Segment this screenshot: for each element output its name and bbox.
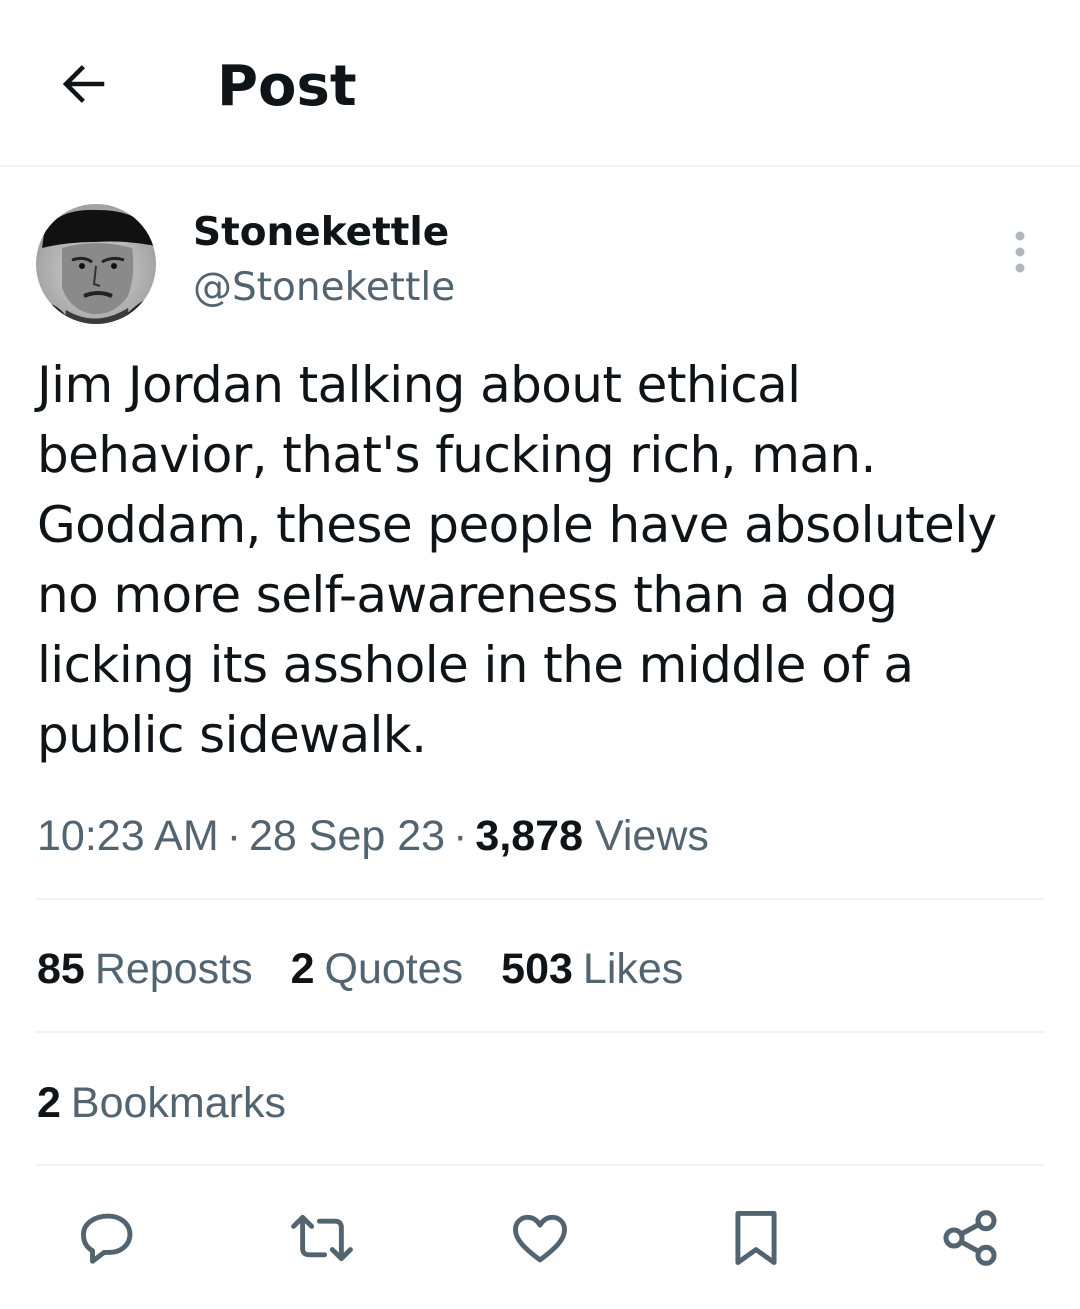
repost-icon bbox=[291, 1214, 353, 1262]
likes-label: Likes bbox=[582, 945, 684, 993]
reposts-label: Reposts bbox=[94, 945, 253, 993]
post-metadata: 10:23 AM · 28 Sep 23 · 3,878 Views bbox=[37, 810, 709, 862]
quotes-count: 2 bbox=[290, 945, 315, 993]
post-time[interactable]: 10:23 AM bbox=[37, 812, 219, 860]
repost-button[interactable] bbox=[286, 1202, 358, 1274]
bookmarks-label: Bookmarks bbox=[70, 1079, 286, 1127]
post-date[interactable]: 28 Sep 23 bbox=[249, 812, 445, 860]
quotes-stat[interactable]: 2 Quotes bbox=[291, 943, 464, 995]
back-button[interactable] bbox=[50, 50, 118, 118]
arrow-left-icon bbox=[62, 65, 105, 103]
avatar-photo bbox=[36, 204, 156, 324]
divider bbox=[36, 1164, 1044, 1166]
more-options-button[interactable] bbox=[996, 226, 1044, 278]
divider bbox=[36, 898, 1044, 900]
share-button[interactable] bbox=[934, 1202, 1006, 1274]
views-count: 3,878 bbox=[475, 812, 584, 860]
reposts-count: 85 bbox=[37, 945, 85, 993]
likes-count: 503 bbox=[501, 945, 573, 993]
author-display-name[interactable]: Stonekettle bbox=[193, 208, 449, 258]
quotes-label: Quotes bbox=[324, 945, 464, 993]
bookmark-icon bbox=[735, 1211, 777, 1265]
more-vertical-icon bbox=[1015, 231, 1025, 273]
meta-separator: · bbox=[453, 812, 468, 860]
post-text: Jim Jordan talking about ethical behavio… bbox=[37, 356, 997, 764]
author-handle[interactable]: @Stonekettle bbox=[193, 263, 455, 313]
bookmarks-stat[interactable]: 2 Bookmarks bbox=[37, 1077, 286, 1129]
bookmarks-count: 2 bbox=[37, 1079, 61, 1127]
meta-separator: · bbox=[226, 812, 242, 860]
divider bbox=[36, 1031, 1044, 1033]
reposts-stat[interactable]: 85 Reposts bbox=[37, 943, 253, 995]
bookmark-button[interactable] bbox=[720, 1202, 792, 1274]
share-icon bbox=[943, 1210, 997, 1266]
heart-icon bbox=[513, 1214, 567, 1263]
top-bar: Post bbox=[0, 0, 1080, 167]
post-stats: 85 Reposts 2 Quotes 503 Likes bbox=[37, 943, 721, 995]
page-title: Post bbox=[217, 54, 357, 119]
like-button[interactable] bbox=[504, 1202, 576, 1274]
reply-icon bbox=[81, 1213, 133, 1264]
views-label: Views bbox=[594, 812, 709, 860]
avatar[interactable] bbox=[36, 204, 156, 324]
reply-button[interactable] bbox=[72, 1202, 144, 1274]
likes-stat[interactable]: 503 Likes bbox=[501, 943, 683, 995]
